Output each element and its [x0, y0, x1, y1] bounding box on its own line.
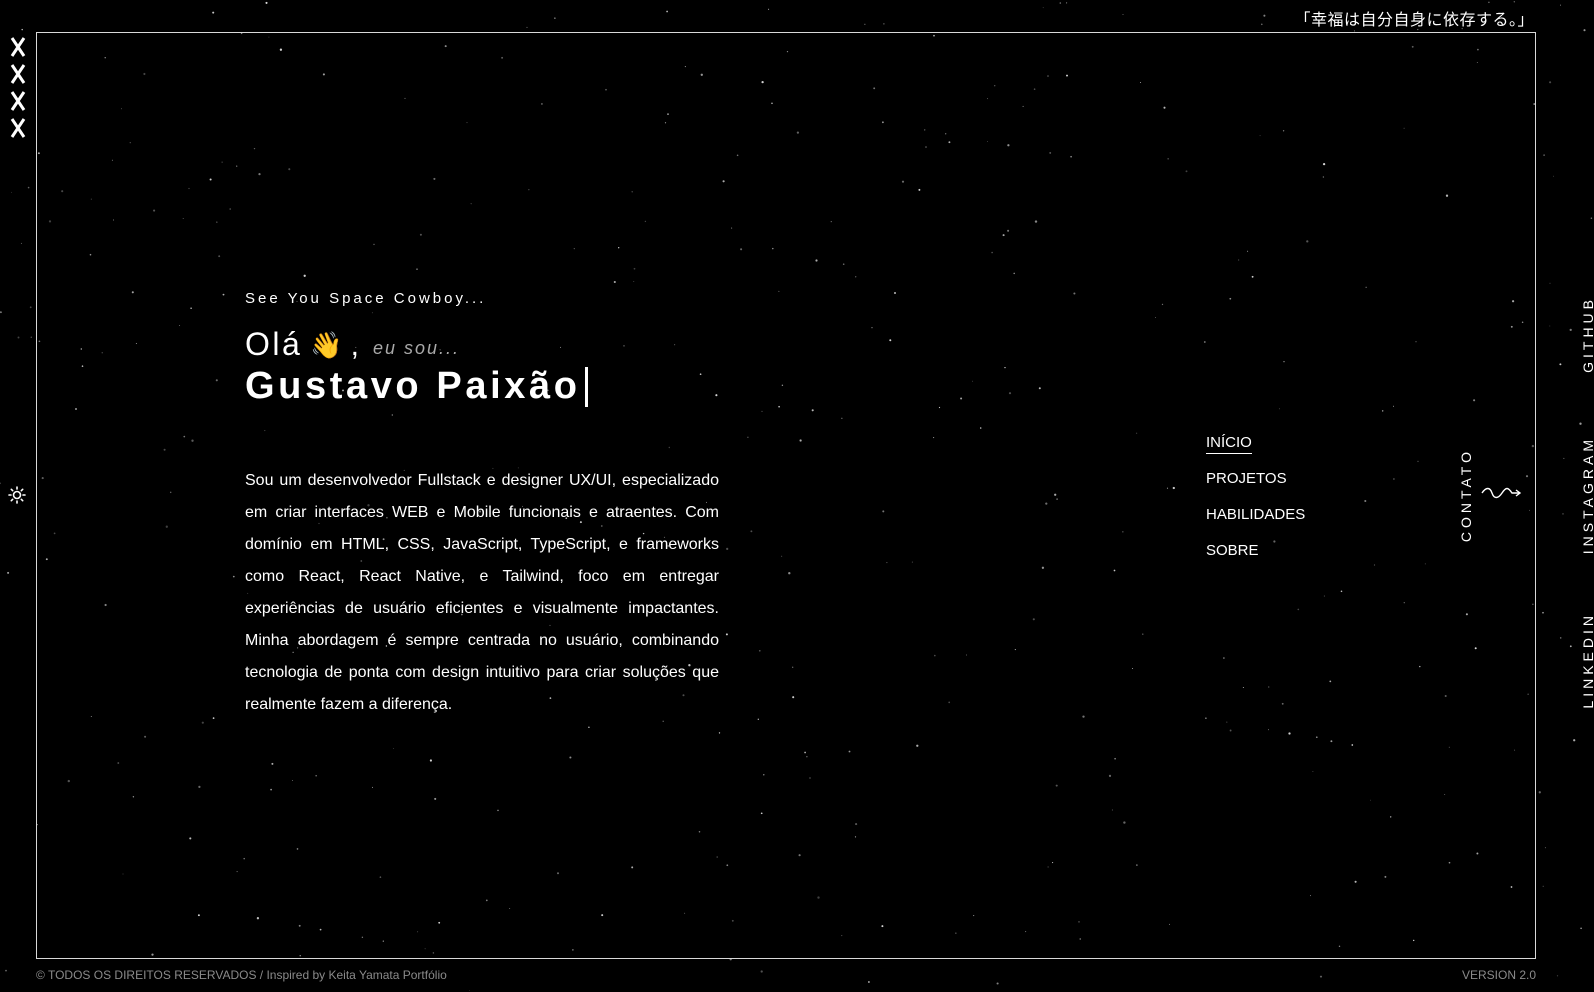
github-link[interactable]: GITHUB — [1580, 296, 1594, 373]
footer-version: VERSION 2.0 — [1461, 968, 1536, 982]
x-mark-icon — [10, 37, 26, 57]
nav-item-label: INÍCIO — [1206, 434, 1252, 454]
nav-item-label: HABILIDADES — [1206, 506, 1306, 523]
menu-marks — [9, 34, 27, 142]
nav-item-habilidades[interactable]: HABILIDADES — [1206, 504, 1305, 525]
wave-emoji-icon: 👋 — [310, 330, 343, 360]
intro-text: eu sou... — [373, 338, 461, 358]
hero-section: See You Space Cowboy... Olá 👋 , eu sou..… — [245, 290, 719, 408]
nav-item-sobre[interactable]: SOBRE — [1206, 540, 1305, 561]
linkedin-link[interactable]: LINKEDIN — [1580, 612, 1594, 709]
greeting-text: Olá — [245, 326, 303, 362]
instagram-link[interactable]: INSTAGRAM — [1580, 436, 1594, 554]
nav-item-inicio[interactable]: INÍCIO — [1206, 432, 1305, 454]
squiggle-arrow-icon — [1481, 487, 1522, 499]
x-mark-icon — [10, 64, 26, 84]
nav-item-projetos[interactable]: PROJETOS — [1206, 468, 1305, 489]
header-quote: 「幸福は自分自身に依存する。」 — [1294, 10, 1534, 29]
hero-name: Gustavo Paixão — [245, 365, 719, 408]
name-text: Gustavo Paixão — [245, 365, 581, 407]
nav-item-label: SOBRE — [1206, 542, 1259, 559]
greeting-line: Olá 👋 , eu sou... — [245, 326, 719, 363]
footer-copyright: © TODOS OS DIREITOS RESERVADOS / Inspire… — [36, 968, 447, 982]
nav-item-label: PROJETOS — [1206, 470, 1287, 487]
sun-icon[interactable] — [8, 486, 26, 504]
hero-tagline: See You Space Cowboy... — [245, 290, 487, 307]
x-mark-icon — [10, 118, 26, 138]
contact-link[interactable]: CONTATO — [1458, 448, 1474, 542]
typing-caret — [584, 366, 588, 407]
bio-paragraph: Sou um desenvolvedor Fullstack e designe… — [245, 472, 719, 713]
main-nav: INÍCIO PROJETOS HABILIDADES SOBRE — [1206, 432, 1305, 576]
x-mark-icon — [10, 91, 26, 111]
greeting-comma: , — [350, 329, 360, 362]
